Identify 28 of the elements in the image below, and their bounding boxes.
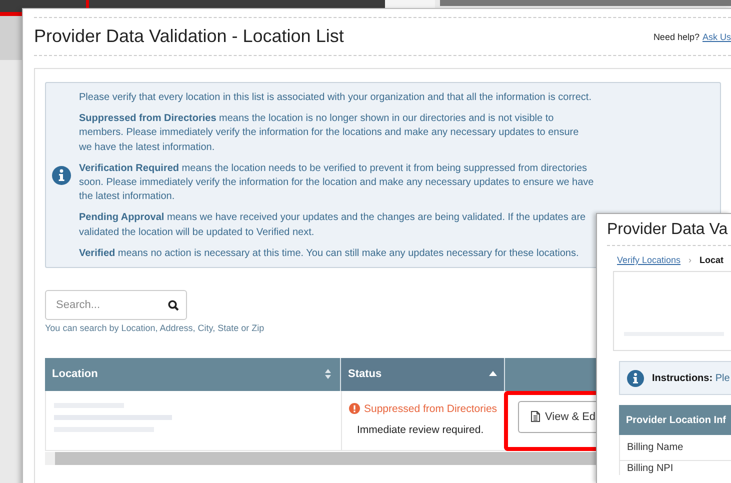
- help-label: Need help?: [653, 32, 700, 42]
- status-note: Immediate review required.: [357, 424, 485, 436]
- page-title: Provider Data Validation - Location List: [34, 26, 344, 47]
- search-hint: You can search by Location, Address, City, State or Zip: [45, 322, 266, 333]
- info-paragraph: Suppressed from Directories means the location is no longer shown in our directories and is not visible to members. Please immediately verify the information for the locations and make any necessary updates to ensure we have the latest information.: [79, 112, 580, 155]
- info-icon: [52, 166, 71, 186]
- ask-us-link[interactable]: Ask Us: [702, 32, 731, 42]
- breadcrumb-separator: ›: [688, 255, 692, 265]
- document-icon: [531, 411, 540, 422]
- table-cell: Billing Name: [619, 435, 731, 461]
- view-edit-button[interactable]: View & Ed: [518, 400, 596, 433]
- table-header: Provider Location Inf: [619, 405, 731, 435]
- status-text: Suppressed from Directories: [364, 402, 498, 415]
- window-title: Provider Data Va: [607, 221, 731, 246]
- info-paragraph: Please verify that every location in this list is associated with your organization and that all the information is correct.: [79, 91, 592, 105]
- instructions-text: Instructions: Ple: [652, 372, 730, 384]
- scrollbar[interactable]: [45, 452, 596, 465]
- info-paragraph: Pending Approval means we have received your updates and the changes are being validated. If the updates are validated the location will be updated to Verified next.: [79, 211, 587, 240]
- info-paragraph: Verified means no action is necessary at this time. You can still make any updates necessary for these locations.: [79, 246, 580, 261]
- column-header[interactable]: Status: [341, 358, 505, 391]
- breadcrumb-link[interactable]: Verify Locations: [617, 255, 681, 265]
- search-icon: [168, 300, 179, 311]
- info-icon: [627, 370, 644, 386]
- search-field[interactable]: Search...: [45, 290, 187, 320]
- info-paragraph: Verification Required means the location needs to be verified to prevent it from being suppressed from directories soon. Please immediately verify the information for the location and make any necessary updates to ensure we have the latest information.: [79, 162, 594, 204]
- breadcrumb-current: Locat: [700, 255, 724, 265]
- warning-icon: [349, 403, 360, 414]
- table-cell: Billing NPI: [619, 461, 731, 475]
